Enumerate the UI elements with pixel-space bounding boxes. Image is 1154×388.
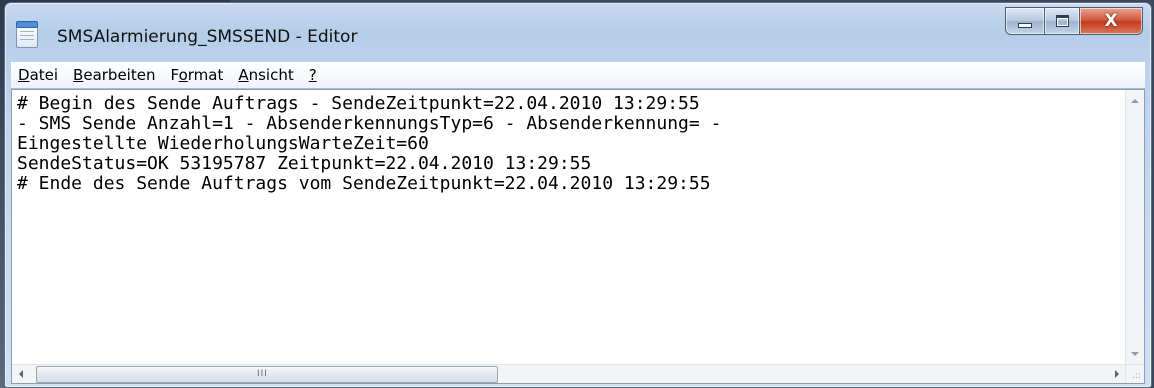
menu-datei[interactable]: Datei xyxy=(11,66,66,84)
scroll-down-icon[interactable] xyxy=(1131,352,1139,356)
close-icon: X xyxy=(1104,11,1118,31)
menu-ansicht[interactable]: Ansicht xyxy=(231,66,301,84)
scroll-up-icon[interactable] xyxy=(1131,99,1139,103)
horizontal-scrollbar[interactable]: III xyxy=(12,364,1126,383)
vertical-scrollbar[interactable] xyxy=(1125,90,1144,365)
scroll-right-icon[interactable] xyxy=(1115,370,1119,378)
notepad-icon[interactable] xyxy=(16,21,38,48)
scroll-left-icon[interactable] xyxy=(19,370,23,378)
maximize-icon xyxy=(1055,15,1069,27)
grip-icon: III xyxy=(257,369,268,379)
text-line: # Begin des Sende Auftrags - SendeZeitpu… xyxy=(17,93,700,114)
text-content[interactable]: # Begin des Sende Auftrags - SendeZeitpu… xyxy=(12,90,1126,365)
resize-grip-icon: .:: xyxy=(1132,371,1141,381)
menu-bar: Datei Bearbeiten Format Ansicht ? xyxy=(11,62,1145,89)
minimize-button[interactable] xyxy=(1005,7,1045,35)
caption-buttons: X xyxy=(1005,7,1143,35)
menu-bearbeiten[interactable]: Bearbeiten xyxy=(66,66,163,84)
window-title: SMSAlarmierung_SMSSEND - Editor xyxy=(57,27,358,47)
text-line: Eingestellte WiederholungsWarteZeit=60 xyxy=(17,133,429,154)
editor-area[interactable]: # Begin des Sende Auftrags - SendeZeitpu… xyxy=(11,89,1145,384)
text-line: - SMS Sende Anzahl=1 - AbsenderkennungsT… xyxy=(17,113,722,134)
menu-help[interactable]: ? xyxy=(302,66,325,84)
text-line: SendeStatus=OK 53195787 Zeitpunkt=22.04.… xyxy=(17,153,592,174)
text-line: # Ende des Sende Auftrags vom SendeZeitp… xyxy=(17,173,711,194)
menu-format[interactable]: Format xyxy=(163,66,231,84)
maximize-button[interactable] xyxy=(1045,7,1080,35)
minimize-icon xyxy=(1018,23,1032,28)
close-button[interactable]: X xyxy=(1080,7,1143,35)
resize-grip[interactable]: .:: xyxy=(1125,364,1144,383)
title-bar[interactable]: SMSAlarmierung_SMSSEND - Editor X xyxy=(5,3,1151,59)
horizontal-scroll-thumb[interactable]: III xyxy=(36,366,498,383)
notepad-window: SMSAlarmierung_SMSSEND - Editor X Datei … xyxy=(4,2,1152,388)
